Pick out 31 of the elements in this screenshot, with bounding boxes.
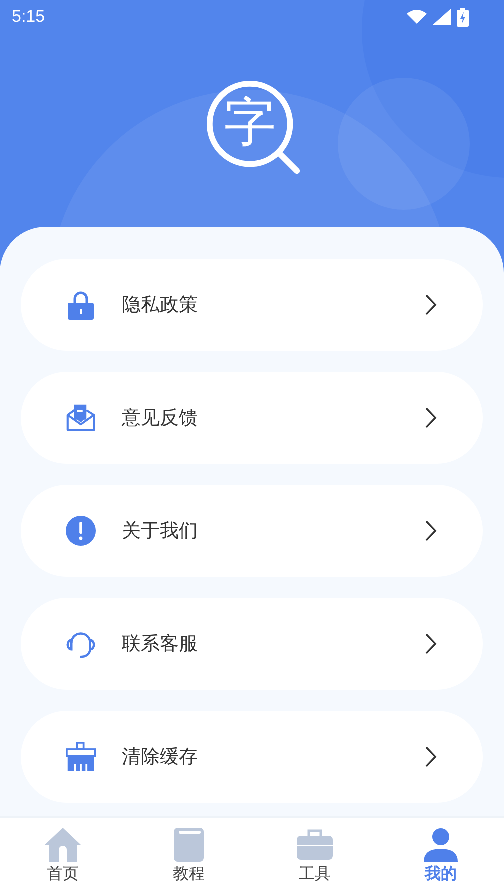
- menu-label: 意见反馈: [122, 406, 199, 431]
- chevron-right-icon: [425, 633, 437, 655]
- status-time: 5:15: [12, 7, 46, 27]
- wifi-icon: [407, 10, 427, 24]
- book-icon: [171, 828, 207, 862]
- menu-label: 关于我们: [122, 519, 199, 544]
- nav-tab[interactable]: 首页: [0, 818, 126, 896]
- lock-icon: [66, 290, 96, 320]
- briefcase-icon: [297, 828, 333, 862]
- menu-item[interactable]: 意见反馈: [21, 372, 483, 464]
- menu-item[interactable]: 关于我们: [21, 485, 483, 577]
- menu-item[interactable]: 联系客服: [21, 598, 483, 690]
- signal-icon: [433, 9, 451, 25]
- nav-tab[interactable]: 工具: [252, 818, 378, 896]
- chevron-right-icon: [425, 746, 437, 768]
- chevron-right-icon: [425, 294, 437, 316]
- chevron-right-icon: [425, 407, 437, 429]
- brush-icon: [66, 742, 96, 772]
- menu-label: 联系客服: [122, 632, 199, 657]
- battery-icon: [457, 8, 469, 26]
- house-icon: [45, 828, 81, 862]
- menu-item[interactable]: 隐私政策: [21, 259, 483, 351]
- chevron-right-icon: [425, 520, 437, 542]
- nav-tab[interactable]: 教程: [126, 818, 252, 896]
- envelope-icon: [66, 403, 96, 433]
- menu-item[interactable]: 清除缓存: [21, 711, 483, 803]
- exclamation-icon: [66, 516, 96, 546]
- menu-label: 隐私政策: [122, 293, 199, 318]
- nav-tab[interactable]: 我的: [378, 818, 504, 896]
- person-icon: [423, 828, 459, 862]
- menu-label: 清除缓存: [122, 745, 199, 770]
